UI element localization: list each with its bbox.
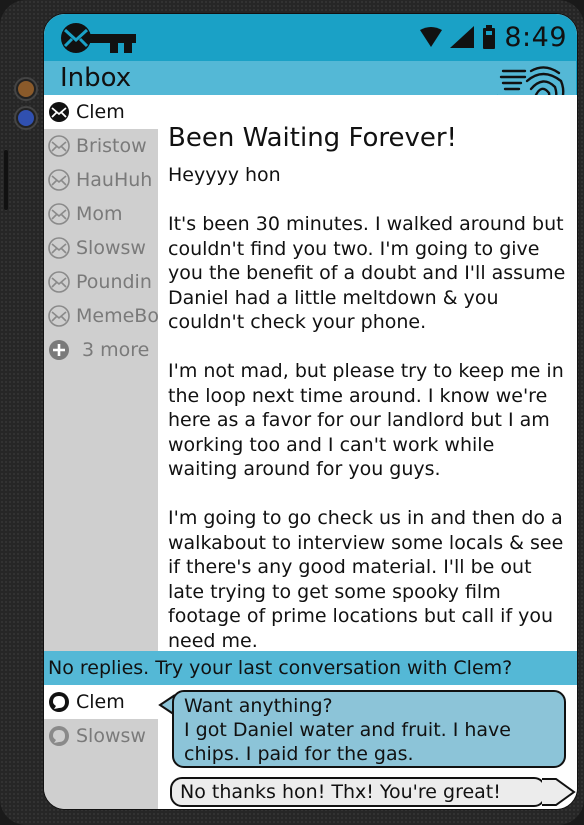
mail-icon <box>48 135 70 157</box>
sidebar-item-label: HauHuh <box>76 169 153 191</box>
chat-bubble-icon <box>49 692 69 712</box>
app-logo-icon <box>61 23 136 53</box>
mail-icon <box>48 203 70 225</box>
chat-sidebar: Clem Slowsw <box>44 685 158 809</box>
phone-frame: 8:49 Inbox Clem Bristow HauHuh Mom Slows… <box>0 0 584 825</box>
chat-contact-slowsw[interactable]: Slowsw <box>44 719 158 753</box>
sidebar-item-poundin[interactable]: Poundin <box>44 265 158 299</box>
more-conversations-button[interactable]: 3 more <box>44 333 158 367</box>
inbox-sidebar: Clem Bristow HauHuh Mom Slowsw Poundin M… <box>44 95 158 651</box>
incoming-message-line: chips. I paid for the gas. <box>184 743 414 765</box>
status-bar: 8:49 <box>44 14 577 61</box>
status-time: 8:49 <box>504 21 567 53</box>
sidebar-item-label: Slowsw <box>76 237 146 259</box>
mail-icon <box>48 237 70 259</box>
wifi-icon <box>420 27 443 47</box>
mail-open-icon <box>49 102 69 122</box>
sensor-lens <box>16 108 36 128</box>
incoming-message-line: Want anything? <box>184 695 333 717</box>
sidebar-item-mom[interactable]: Mom <box>44 197 158 231</box>
email-body: Heyyyy hon It's been 30 minutes. I walke… <box>168 163 568 678</box>
email-paragraph: I'm going to go check us in and then do … <box>168 507 564 652</box>
battery-icon <box>483 25 496 49</box>
sidebar-item-label: Poundin <box>76 271 152 293</box>
outgoing-message-text: No thanks hon! Thx! You're great! <box>180 781 501 803</box>
email-subject: Been Waiting Forever! <box>168 123 457 153</box>
chat-bubble-icon <box>49 726 69 746</box>
email-view: Been Waiting Forever! Heyyyy hon It's be… <box>158 95 577 652</box>
sidebar-item-label: Bristow <box>76 135 147 157</box>
sidebar-item-label: MemeBo <box>76 305 158 327</box>
incoming-message-line: I got Daniel water and fruit. I have <box>184 719 511 741</box>
reply-suggestion-bar[interactable]: No replies. Try your last conversation w… <box>44 651 577 685</box>
incoming-message: Want anything? I got Daniel water and fr… <box>172 690 566 768</box>
outgoing-message[interactable]: No thanks hon! Thx! You're great! <box>170 777 546 807</box>
sidebar-item-memebo[interactable]: MemeBo <box>44 299 158 333</box>
chat-contact-label: Clem <box>76 691 125 713</box>
side-button[interactable] <box>4 150 8 210</box>
email-paragraph: It's been 30 minutes. I walked around bu… <box>168 213 566 333</box>
sidebar-item-label: Mom <box>76 203 123 225</box>
chat-contact-clem[interactable]: Clem <box>44 685 158 719</box>
plus-circle-icon <box>49 340 69 360</box>
sidebar-item-clem[interactable]: Clem <box>44 95 158 129</box>
sidebar-item-hauhuh[interactable]: HauHuh <box>44 163 158 197</box>
sidebar-item-bristow[interactable]: Bristow <box>44 129 158 163</box>
mail-icon <box>48 305 70 327</box>
mail-icon <box>48 169 70 191</box>
email-greeting: Heyyyy hon <box>168 164 281 186</box>
sidebar-item-label: Clem <box>76 101 125 123</box>
chat-area: Want anything? I got Daniel water and fr… <box>158 685 577 809</box>
mail-icon <box>48 271 70 293</box>
page-title: Inbox <box>60 63 132 93</box>
email-paragraph: I'm not mad, but please try to keep me i… <box>168 360 564 480</box>
chat-contact-label: Slowsw <box>76 725 146 747</box>
more-label: 3 more <box>82 339 150 361</box>
camera-lens <box>16 79 36 99</box>
send-arrow-icon[interactable] <box>542 777 576 807</box>
screen: 8:49 Inbox Clem Bristow HauHuh Mom Slows… <box>43 13 578 810</box>
cell-signal-icon <box>450 26 475 48</box>
sidebar-item-slowsw[interactable]: Slowsw <box>44 231 158 265</box>
reply-suggestion-text: No replies. Try your last conversation w… <box>48 657 513 679</box>
